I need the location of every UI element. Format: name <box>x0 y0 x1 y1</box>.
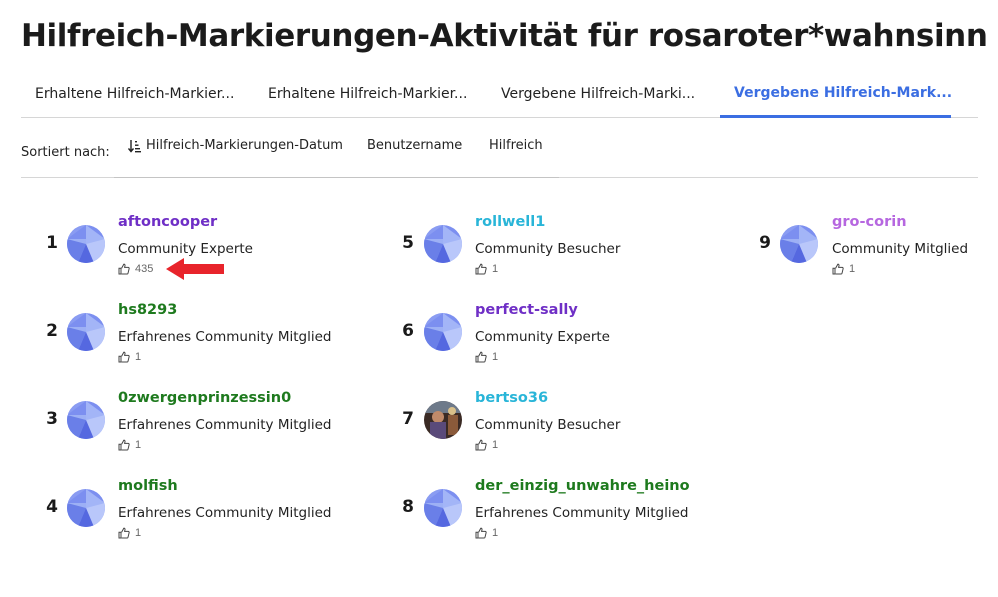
sort-option-date[interactable]: Hilfreich-Markierungen-Datum <box>128 138 343 153</box>
username-link[interactable]: bertso36 <box>475 390 548 406</box>
default-avatar-icon <box>67 313 105 351</box>
rank-number: 3 <box>46 409 58 429</box>
page-title: Hilfreich-Markierungen-Aktivität für ros… <box>21 18 988 54</box>
username-link[interactable]: hs8293 <box>118 302 177 318</box>
thumbs-up-icon <box>475 351 487 363</box>
rank-number: 1 <box>46 233 58 253</box>
thumbs-up-icon <box>118 527 130 539</box>
kudos-value: 1 <box>135 351 142 363</box>
kudos-count: 1 <box>475 351 498 363</box>
tab-given-1[interactable]: Vergebene Hilfreich-Marki... <box>487 70 720 118</box>
sort-descending-icon <box>128 139 141 153</box>
user-rank: Community Experte <box>118 241 253 257</box>
username-link[interactable]: perfect-sally <box>475 302 578 318</box>
user-rank: Community Experte <box>475 329 610 345</box>
kudos-count: 1 <box>475 527 498 539</box>
default-avatar-icon <box>780 225 818 263</box>
avatar[interactable] <box>67 489 105 527</box>
kudos-value: 1 <box>492 263 499 275</box>
kudos-value: 1 <box>849 263 856 275</box>
rank-number: 5 <box>402 233 414 253</box>
tab-received-1[interactable]: Erhaltene Hilfreich-Markier... <box>21 70 254 118</box>
default-avatar-icon <box>67 401 105 439</box>
avatar[interactable] <box>67 313 105 351</box>
thumbs-up-icon <box>832 263 844 275</box>
avatar[interactable] <box>67 225 105 263</box>
sort-option-date-label: Hilfreich-Markierungen-Datum <box>146 138 343 153</box>
username-link[interactable]: gro-corin <box>832 214 907 230</box>
tab-received-2[interactable]: Erhaltene Hilfreich-Markier... <box>254 70 487 118</box>
kudos-count: 1 <box>475 263 498 275</box>
rank-number: 8 <box>402 497 414 517</box>
sort-options: Hilfreich-Markierungen-Datum Benutzernam… <box>114 118 559 178</box>
avatar[interactable] <box>424 489 462 527</box>
user-rank: Erfahrenes Community Mitglied <box>118 417 332 433</box>
avatar[interactable] <box>424 225 462 263</box>
thumbs-up-icon <box>118 351 130 363</box>
thumbs-up-icon <box>475 439 487 451</box>
kudos-count: 1 <box>118 439 141 451</box>
avatar[interactable] <box>424 401 462 439</box>
default-avatar-icon <box>67 225 105 263</box>
red-arrow-shape <box>166 258 224 280</box>
username-link[interactable]: rollwell1 <box>475 214 545 230</box>
kudos-count: 1 <box>118 351 141 363</box>
tab-given-2[interactable]: Vergebene Hilfreich-Mark... <box>720 70 952 118</box>
avatar[interactable] <box>424 313 462 351</box>
rank-number: 7 <box>402 409 414 429</box>
thumbs-up-icon <box>475 263 487 275</box>
kudos-count: 435 <box>118 263 153 275</box>
username-link[interactable]: aftoncooper <box>118 214 217 230</box>
user-rank: Community Mitglied <box>832 241 969 257</box>
rank-number: 4 <box>46 497 58 517</box>
thumbs-up-icon <box>475 527 487 539</box>
default-avatar-icon <box>424 313 462 351</box>
kudos-value: 1 <box>492 351 499 363</box>
username-link[interactable]: der_einzig_unwahre_heino <box>475 478 690 494</box>
kudos-value: 1 <box>135 527 142 539</box>
kudos-count: 1 <box>475 439 498 451</box>
user-rank: Community Besucher <box>475 417 621 433</box>
sort-label: Sortiert nach: <box>21 145 110 160</box>
tab-bar: Erhaltene Hilfreich-Markier... Erhaltene… <box>21 70 978 118</box>
sort-option-kudos[interactable]: Hilfreich <box>489 138 543 153</box>
kudos-count: 1 <box>118 527 141 539</box>
kudos-value: 435 <box>135 263 154 275</box>
kudos-value: 1 <box>492 439 499 451</box>
default-avatar-icon <box>424 489 462 527</box>
avatar[interactable] <box>67 401 105 439</box>
thumbs-up-icon <box>118 263 130 275</box>
kudos-value: 1 <box>135 439 142 451</box>
thumbs-up-icon <box>118 439 130 451</box>
rank-number: 2 <box>46 321 58 341</box>
red-arrow-annotation <box>166 258 224 280</box>
avatar[interactable] <box>780 225 818 263</box>
username-link[interactable]: molfish <box>118 478 178 494</box>
username-link[interactable]: 0zwergenprinzessin0 <box>118 390 291 406</box>
photo-avatar <box>424 401 462 439</box>
rank-number: 9 <box>759 233 771 253</box>
sort-option-username[interactable]: Benutzername <box>367 138 462 153</box>
user-rank: Erfahrenes Community Mitglied <box>118 505 332 521</box>
user-rank: Erfahrenes Community Mitglied <box>118 329 332 345</box>
sort-bar: Sortiert nach: Hilfreich-Markierungen-Da… <box>21 118 978 178</box>
default-avatar-icon <box>424 225 462 263</box>
rank-number: 6 <box>402 321 414 341</box>
default-avatar-icon <box>67 489 105 527</box>
user-rank: Community Besucher <box>475 241 621 257</box>
kudos-count: 1 <box>832 263 855 275</box>
user-rank: Erfahrenes Community Mitglied <box>475 505 689 521</box>
kudos-value: 1 <box>492 527 499 539</box>
